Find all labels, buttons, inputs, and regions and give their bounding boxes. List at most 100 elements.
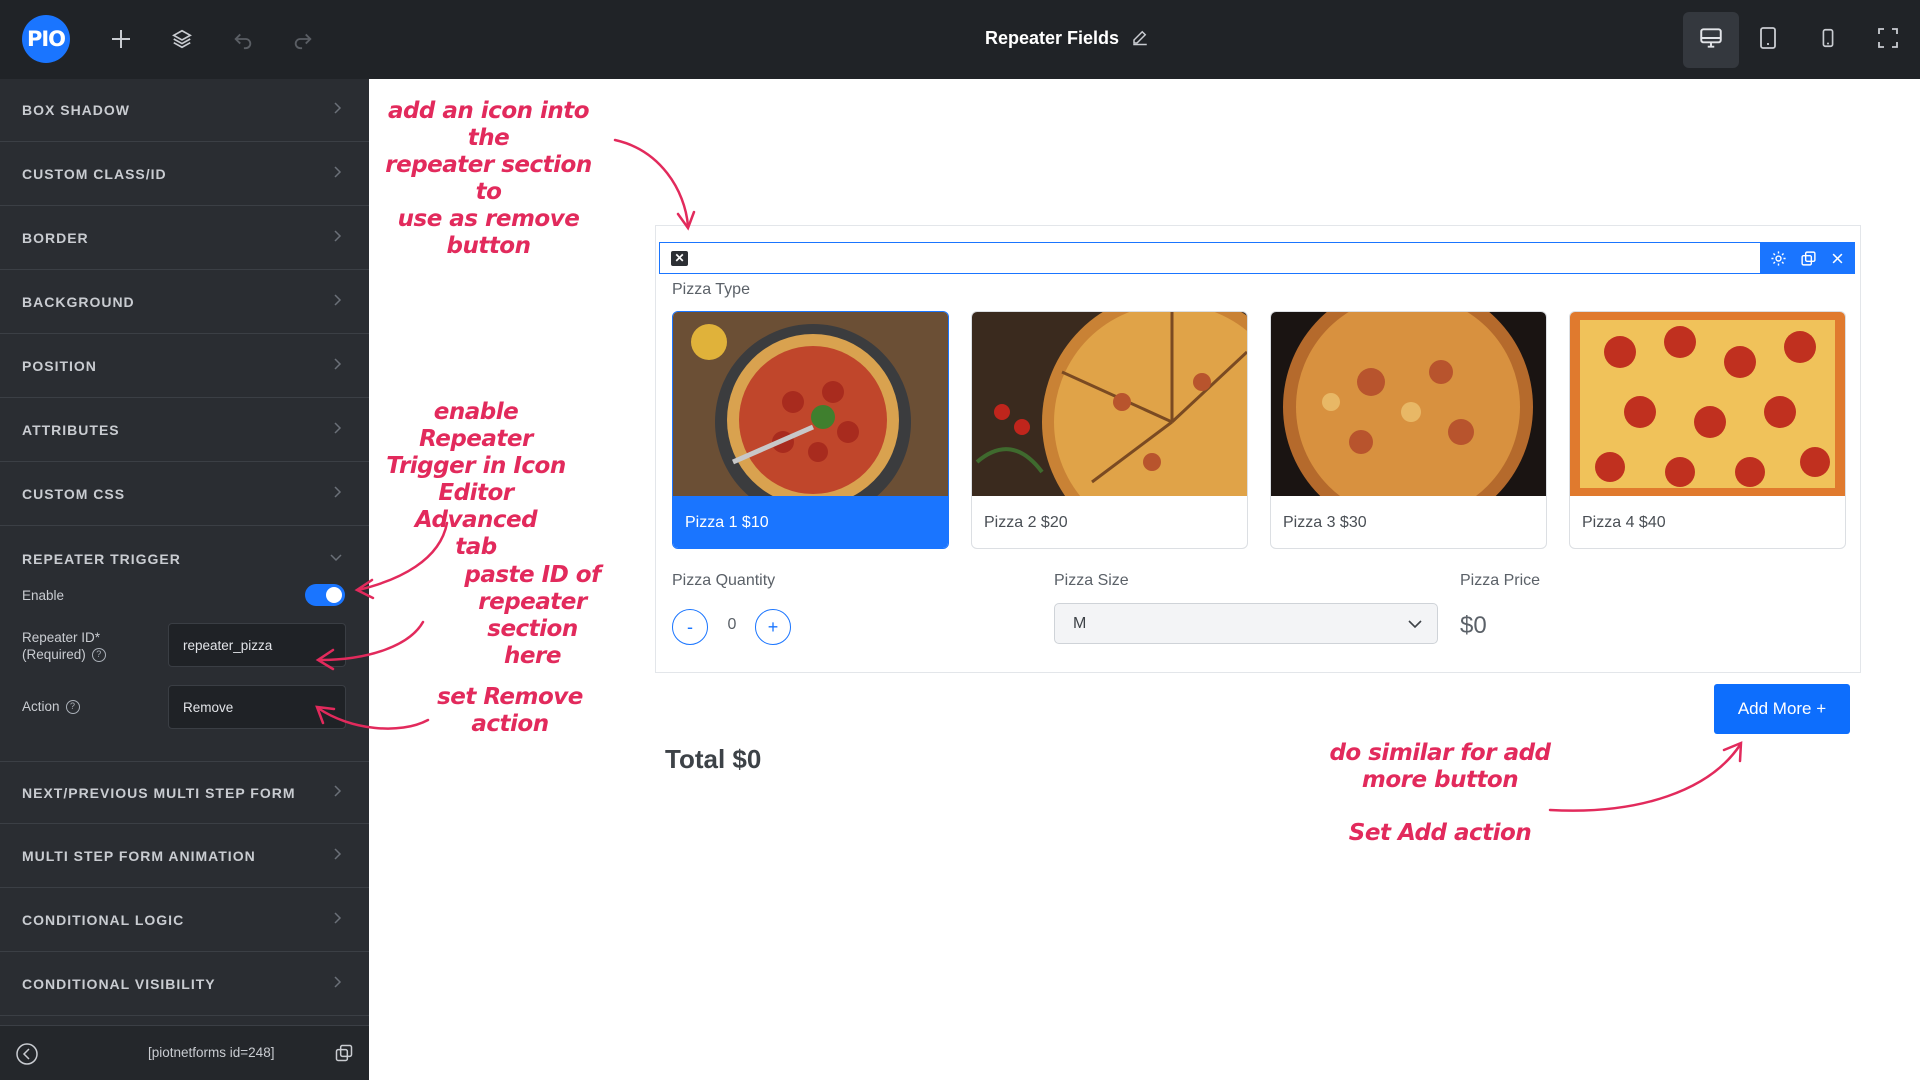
section-label: CONDITIONAL VISIBILITY: [22, 976, 216, 992]
pizza-price-label: Pizza Price: [1460, 572, 1541, 589]
gear-icon[interactable]: [1770, 250, 1787, 267]
section-conditional-visibility[interactable]: CONDITIONAL VISIBILITY: [0, 953, 369, 1016]
arrow-line: [1548, 743, 1742, 812]
section-attributes[interactable]: ATTRIBUTES: [0, 399, 369, 462]
section-conditional-logic[interactable]: CONDITIONAL LOGIC: [0, 889, 369, 952]
section-label: CUSTOM CSS: [22, 486, 126, 502]
pizza-image: [1271, 312, 1546, 496]
pizza-option-4[interactable]: Pizza 4 $40: [1569, 311, 1846, 549]
mobile-view-button[interactable]: [1800, 12, 1856, 68]
section-label: BOX SHADOW: [22, 102, 130, 118]
pizza-size-label: Pizza Size: [1054, 572, 1129, 589]
chevron-right-icon: [334, 230, 342, 242]
settings-sidebar: BOX SHADOW CUSTOM CLASS/ID BORDER BACKGR…: [0, 79, 369, 1080]
add-more-button[interactable]: Add More +: [1714, 684, 1850, 734]
pizza-quantity-label: Pizza Quantity: [672, 572, 776, 589]
total-value: Total $0: [665, 744, 762, 774]
section-multistep-nav[interactable]: NEXT/PREVIOUS MULTI STEP FORM: [0, 761, 369, 824]
shortcode-text[interactable]: [piotnetforms id=248]: [148, 1045, 274, 1060]
repeater-id-input[interactable]: repeater_pizza: [168, 623, 346, 667]
pencil-icon[interactable]: [1131, 28, 1151, 48]
annotation-paste-id: paste ID of repeater section here: [430, 562, 635, 670]
widget-actions: [1760, 242, 1855, 274]
pizza-option-2[interactable]: Pizza 2 $20: [971, 311, 1248, 549]
tablet-icon: [1756, 25, 1780, 56]
annotation-line: Trigger in Icon: [386, 453, 566, 479]
pizza-type-label: Pizza Type: [672, 281, 750, 298]
annotation-line: here: [504, 643, 561, 669]
annotation-line: Set Add action: [1348, 820, 1532, 846]
add-icon[interactable]: [106, 24, 136, 54]
section-multistep-animation[interactable]: MULTI STEP FORM ANIMATION: [0, 825, 369, 888]
layers-icon[interactable]: [167, 24, 197, 54]
pizza-option-label: Pizza 4 $40: [1582, 514, 1666, 531]
annotation-line: action: [471, 711, 549, 737]
section-label: REPEATER TRIGGER: [22, 550, 181, 567]
annotation-line: button: [446, 233, 531, 259]
page-title[interactable]: Repeater Fields: [985, 28, 1119, 49]
pizza-option-3[interactable]: Pizza 3 $30: [1270, 311, 1547, 549]
enable-toggle[interactable]: [305, 584, 345, 606]
chevron-right-icon: [334, 102, 342, 114]
fullscreen-icon: [1876, 26, 1900, 55]
annotation-line: add an icon into the: [387, 98, 590, 151]
annotation-line: Editor Advanced: [414, 480, 538, 533]
section-background[interactable]: BACKGROUND: [0, 271, 369, 334]
chevron-right-icon: [334, 422, 342, 434]
close-icon[interactable]: [1830, 251, 1845, 266]
copy-icon[interactable]: [334, 1043, 354, 1063]
redo-icon[interactable]: [288, 24, 318, 54]
help-icon[interactable]: ?: [91, 648, 106, 663]
action-label: Action?: [22, 699, 80, 715]
section-label: BORDER: [22, 230, 89, 246]
enable-label: Enable: [22, 588, 65, 603]
pio-logo[interactable]: PIO: [22, 15, 70, 63]
pizza-option-label: Pizza 1 $10: [673, 496, 948, 548]
required-text: (Required): [22, 647, 86, 662]
pizza-size-select[interactable]: M: [1054, 603, 1438, 644]
section-custom-css[interactable]: CUSTOM CSS: [0, 463, 369, 526]
pizza-image: [1570, 312, 1845, 496]
section-position[interactable]: POSITION: [0, 335, 369, 398]
quantity-minus-button[interactable]: -: [672, 609, 708, 645]
annotation-line: set Remove: [437, 684, 583, 710]
chevron-down-icon: [1408, 620, 1422, 629]
repeater-id-required-label: (Required)?: [22, 647, 106, 663]
chevron-right-icon: [334, 358, 342, 370]
quantity-plus-button[interactable]: +: [755, 609, 791, 645]
help-icon[interactable]: ?: [65, 700, 80, 715]
undo-icon[interactable]: [228, 24, 258, 54]
pizza-price-value: $0: [1460, 612, 1487, 639]
annotation-remove-icon: add an icon into the repeater section to…: [376, 98, 601, 260]
quantity-value[interactable]: 0: [716, 616, 748, 634]
remove-icon[interactable]: ✕: [671, 251, 688, 266]
pizza-option-label: Pizza 3 $30: [1283, 514, 1367, 531]
annotation-line: enable Repeater: [419, 399, 533, 452]
section-repeater-trigger[interactable]: REPEATER TRIGGER: [0, 527, 369, 590]
tablet-view-button[interactable]: [1740, 12, 1796, 68]
section-border[interactable]: BORDER: [0, 207, 369, 270]
action-text: Action: [22, 699, 60, 714]
chevron-right-icon: [334, 294, 342, 306]
chevron-right-icon: [334, 848, 342, 860]
section-box-shadow[interactable]: BOX SHADOW: [0, 79, 369, 142]
pizza-option-1[interactable]: Pizza 1 $10: [672, 311, 949, 549]
section-custom-class[interactable]: CUSTOM CLASS/ID: [0, 143, 369, 206]
annotation-add-more: do similar for add more button: [1320, 740, 1560, 794]
section-label: CONDITIONAL LOGIC: [22, 912, 185, 928]
chevron-down-icon: [330, 554, 342, 562]
sidebar-footer: [piotnetforms id=248]: [0, 1025, 369, 1080]
collapse-icon[interactable]: [15, 1042, 39, 1066]
section-label: POSITION: [22, 358, 97, 374]
fullscreen-button[interactable]: [1860, 12, 1916, 68]
section-label: CUSTOM CLASS/ID: [22, 166, 167, 182]
annotation-line: do similar for add: [1329, 740, 1551, 766]
duplicate-icon[interactable]: [1800, 250, 1817, 267]
pizza-option-label: Pizza 2 $20: [984, 514, 1068, 531]
desktop-view-button[interactable]: [1683, 12, 1739, 68]
annotation-enable-trigger: enable Repeater Trigger in Icon Editor A…: [376, 399, 576, 561]
remove-icon-widget[interactable]: ✕: [659, 242, 1855, 274]
chevron-right-icon: [334, 976, 342, 988]
section-label: MULTI STEP FORM ANIMATION: [22, 848, 256, 864]
action-select[interactable]: Remove: [168, 685, 346, 729]
